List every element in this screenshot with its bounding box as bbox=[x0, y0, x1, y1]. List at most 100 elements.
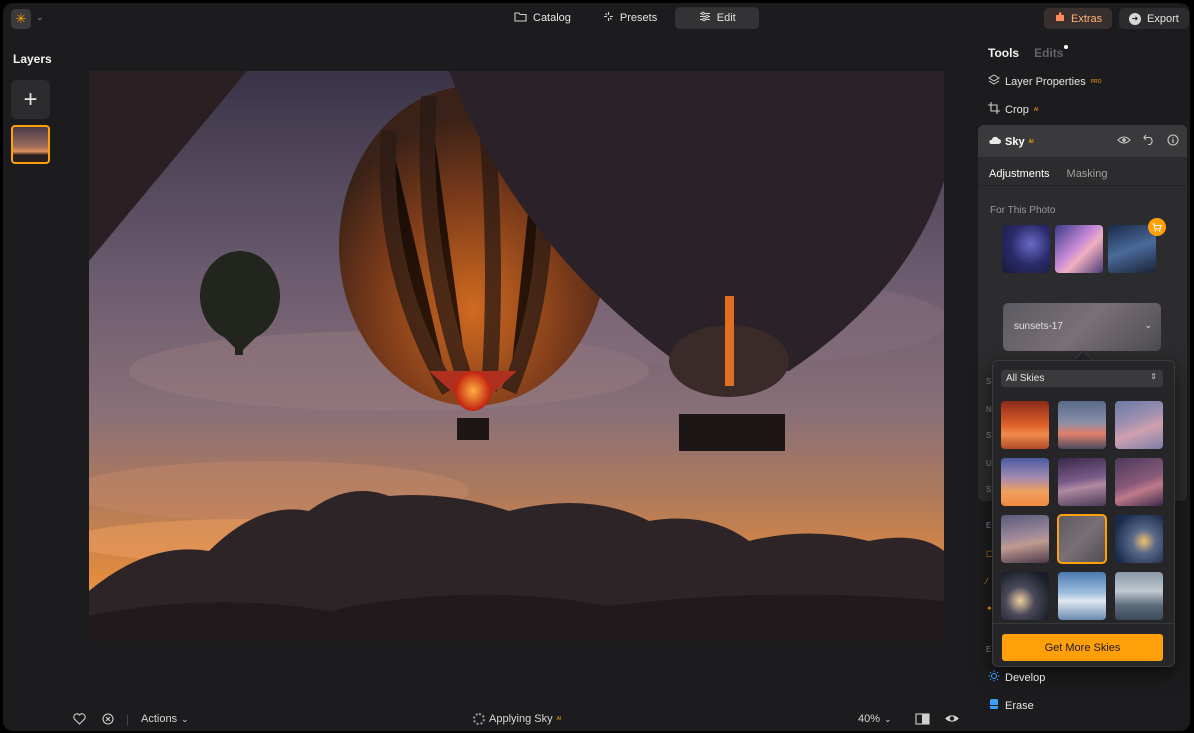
sliders-icon bbox=[699, 11, 711, 25]
get-more-skies-button[interactable]: Get More Skies bbox=[1002, 634, 1163, 661]
chevron-down-icon: ⌄ bbox=[884, 713, 892, 724]
puzzle-icon bbox=[1054, 11, 1066, 26]
divider bbox=[978, 185, 1187, 186]
sky-option[interactable] bbox=[1001, 515, 1049, 563]
tool-develop-label: Develop bbox=[1005, 671, 1046, 684]
suggested-sky-thumbnail[interactable] bbox=[1002, 225, 1050, 273]
tab-masking[interactable]: Masking bbox=[1067, 168, 1108, 180]
hidden-section-label: E bbox=[986, 645, 992, 654]
sky-panel-header[interactable]: Sky AI bbox=[978, 125, 1187, 157]
photo-image bbox=[89, 71, 944, 641]
folder-icon bbox=[514, 11, 527, 25]
actions-menu-button[interactable]: Actions ⌄ bbox=[141, 713, 189, 725]
layer-thumbnail[interactable] bbox=[11, 125, 50, 164]
divider bbox=[993, 623, 1174, 624]
divider bbox=[127, 715, 128, 726]
tool-crop[interactable]: Crop AI bbox=[988, 102, 1039, 117]
ai-badge: AI bbox=[556, 716, 562, 722]
sky-option[interactable] bbox=[1115, 572, 1163, 620]
info-icon[interactable] bbox=[1167, 134, 1179, 149]
sky-subtabs: Adjustments Masking bbox=[989, 168, 1108, 180]
tab-adjustments[interactable]: Adjustments bbox=[989, 168, 1050, 180]
hidden-slider-label: S bbox=[986, 485, 992, 494]
add-layer-button[interactable]: + bbox=[11, 80, 50, 119]
chevron-down-icon[interactable]: ⌄ bbox=[36, 12, 44, 23]
mode-catalog[interactable]: Catalog bbox=[500, 7, 585, 29]
sky-selector-dropdown[interactable]: sunsets-17 ⌄ bbox=[1003, 303, 1161, 351]
sky-title: Sky AI bbox=[988, 135, 1034, 148]
photo-canvas[interactable] bbox=[89, 71, 944, 641]
tab-tools[interactable]: Tools bbox=[988, 46, 1019, 60]
zoom-level: 40% bbox=[858, 713, 881, 725]
chevron-down-icon: ⌄ bbox=[1144, 320, 1152, 330]
export-label: Export bbox=[1147, 12, 1179, 25]
zoom-control[interactable]: 40% ⌄ bbox=[858, 713, 892, 725]
sky-grid bbox=[1001, 401, 1163, 620]
pro-badge: PRO bbox=[1090, 78, 1102, 85]
sky-option-selected[interactable] bbox=[1057, 514, 1107, 564]
ai-badge: AI bbox=[1028, 138, 1034, 145]
undo-icon[interactable] bbox=[1143, 134, 1155, 149]
tool-layer-properties[interactable]: Layer Properties PRO bbox=[988, 74, 1102, 89]
for-this-photo-label: For This Photo bbox=[990, 205, 1056, 216]
sky-option[interactable] bbox=[1115, 401, 1163, 449]
cart-icon[interactable] bbox=[1148, 218, 1166, 236]
reject-icon[interactable] bbox=[102, 713, 114, 725]
status-label: Applying Sky bbox=[489, 713, 553, 725]
mode-catalog-label: Catalog bbox=[533, 12, 571, 24]
cloud-icon bbox=[988, 135, 1001, 148]
tab-edits[interactable]: Edits bbox=[1034, 45, 1069, 60]
sparkle-icon bbox=[603, 11, 614, 25]
extras-button[interactable]: Extras bbox=[1044, 8, 1113, 29]
sky-title-label: Sky bbox=[1005, 135, 1025, 148]
sky-option[interactable] bbox=[1058, 401, 1106, 449]
tool-develop[interactable]: Develop bbox=[988, 670, 1045, 685]
extras-label: Extras bbox=[1071, 12, 1103, 25]
sky-option[interactable] bbox=[1001, 458, 1049, 506]
eye-icon[interactable] bbox=[1117, 134, 1131, 149]
actions-label: Actions bbox=[141, 713, 178, 725]
preview-eye-icon[interactable] bbox=[944, 713, 960, 724]
spinner-icon bbox=[473, 713, 485, 725]
export-icon: ➜ bbox=[1129, 12, 1141, 25]
plus-icon: + bbox=[23, 85, 38, 113]
hidden-tool-icon: ⁄ bbox=[986, 577, 988, 586]
hidden-section-label: E bbox=[986, 521, 992, 530]
hidden-slider-label: U bbox=[986, 459, 992, 468]
heart-icon[interactable] bbox=[73, 713, 86, 725]
mode-edit[interactable]: Edit bbox=[675, 7, 760, 29]
sky-option[interactable] bbox=[1001, 401, 1049, 449]
right-panel-tabs: Tools Edits bbox=[988, 45, 1069, 60]
tool-crop-label: Crop bbox=[1005, 103, 1029, 116]
mode-switcher: Catalog Presets Edit bbox=[500, 7, 760, 29]
updown-chevron-icon: ⇕ bbox=[1150, 372, 1157, 381]
bottom-bar: Actions ⌄ Applying Sky AI 40% ⌄ bbox=[3, 709, 1190, 731]
app-window: ✳ ⌄ Catalog Presets Edit Extras ➜ Export… bbox=[3, 3, 1190, 731]
hidden-slider-label: S bbox=[986, 377, 992, 386]
skies-category-select[interactable]: All Skies ⇕ bbox=[1001, 370, 1163, 387]
hidden-slider-label: S bbox=[986, 431, 992, 440]
sky-option[interactable] bbox=[1001, 572, 1049, 620]
hidden-slider-label: N bbox=[986, 405, 992, 414]
sky-option[interactable] bbox=[1058, 458, 1106, 506]
sky-picker-popover: All Skies ⇕ Get More Skies bbox=[992, 360, 1175, 667]
top-bar: ✳ ⌄ Catalog Presets Edit Extras ➜ Export bbox=[3, 3, 1190, 33]
selected-sky-label: sunsets-17 bbox=[1014, 321, 1063, 332]
edits-indicator-dot bbox=[1064, 45, 1069, 49]
export-button[interactable]: ➜ Export bbox=[1119, 8, 1189, 29]
compare-icon[interactable] bbox=[915, 713, 930, 725]
sky-option[interactable] bbox=[1115, 515, 1163, 563]
sky-option[interactable] bbox=[1115, 458, 1163, 506]
status-indicator: Applying Sky AI bbox=[473, 713, 561, 725]
sky-header-actions bbox=[1117, 134, 1179, 149]
app-logo-icon[interactable]: ✳ bbox=[11, 9, 31, 29]
mode-presets-label: Presets bbox=[619, 12, 658, 24]
mode-presets[interactable]: Presets bbox=[589, 7, 671, 29]
suggested-sky-thumbnail[interactable] bbox=[1055, 225, 1103, 273]
layers-title: Layers bbox=[13, 52, 52, 66]
tool-layer-properties-label: Layer Properties bbox=[1005, 75, 1086, 88]
skies-category-label: All Skies bbox=[1006, 373, 1045, 384]
chevron-down-icon: ⌄ bbox=[181, 713, 189, 724]
sun-icon bbox=[988, 670, 1000, 685]
sky-option[interactable] bbox=[1058, 572, 1106, 620]
